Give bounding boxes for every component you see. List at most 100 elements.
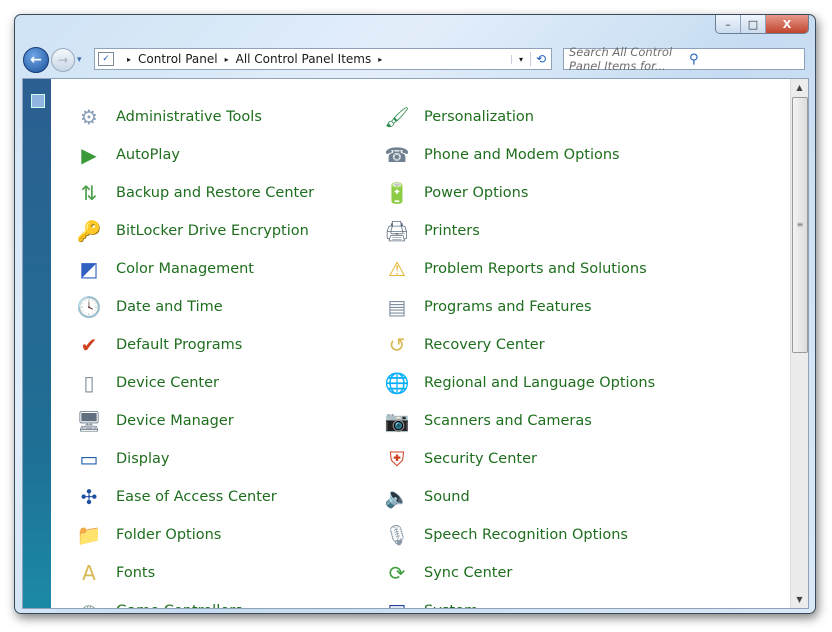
problem-reports-and-solutions-icon: ⚠ <box>388 257 406 281</box>
phone-and-modem-options-icon: ☎ <box>384 143 410 167</box>
item-label: AutoPlay <box>116 147 180 163</box>
item-power-options[interactable]: 🔋 Power Options <box>381 176 529 210</box>
item-label: Fonts <box>116 565 156 581</box>
sync-center-icon: ⟳ <box>388 561 406 585</box>
power-options-icon: 🔋 <box>384 181 410 205</box>
item-label: Scanners and Cameras <box>424 413 592 429</box>
back-button[interactable]: ← <box>23 47 49 73</box>
bitlocker-drive-encryption-icon: 🔑 <box>76 219 102 243</box>
display-icon: ▭ <box>79 447 99 471</box>
backup-and-restore-center-icon: ⇅ <box>80 181 98 205</box>
item-printers[interactable]: 🖨 Printers <box>381 214 480 248</box>
item-label: Sound <box>424 489 470 505</box>
item-bitlocker-drive-encryption[interactable]: 🔑 BitLocker Drive Encryption <box>73 214 309 248</box>
device-center-icon: ▯ <box>83 371 95 395</box>
item-label: System <box>424 603 478 608</box>
item-scanners-and-cameras[interactable]: 📷 Scanners and Cameras <box>381 404 592 438</box>
address-dropdown-icon[interactable]: ▾ <box>511 54 530 64</box>
task-pane <box>23 79 51 608</box>
item-sound[interactable]: 🔈 Sound <box>381 480 470 514</box>
item-folder-options[interactable]: 📁 Folder Options <box>73 518 222 552</box>
item-label: Ease of Access Center <box>116 489 277 505</box>
item-display[interactable]: ▭ Display <box>73 442 170 476</box>
breadcrumb-arrow-icon[interactable]: ▸ <box>127 55 131 64</box>
item-label: Device Center <box>116 375 220 391</box>
address-bar[interactable]: ✓ ▸ Control Panel ▸ All Control Panel It… <box>94 48 552 70</box>
item-fonts[interactable]: A Fonts <box>73 556 155 590</box>
item-color-management[interactable]: ◩ Color Management <box>73 252 254 286</box>
item-device-manager[interactable]: 🖥 Device Manager <box>73 404 233 438</box>
breadcrumb-control-panel[interactable]: Control Panel <box>138 52 218 66</box>
item-label: Phone and Modem Options <box>424 147 620 163</box>
item-administrative-tools[interactable]: ⚙ Administrative Tools <box>73 100 262 134</box>
item-regional-and-language-options[interactable]: 🌐 Regional and Language Options <box>381 366 656 400</box>
item-phone-and-modem-options[interactable]: ☎ Phone and Modem Options <box>381 138 620 172</box>
close-button[interactable]: X <box>766 15 808 33</box>
item-label: Power Options <box>424 185 529 201</box>
breadcrumb-all-items[interactable]: All Control Panel Items <box>236 52 372 66</box>
printers-icon: 🖨 <box>384 219 410 243</box>
personalization-icon: 🖌 <box>384 105 410 129</box>
ease-of-access-center-icon: ✣ <box>80 485 98 509</box>
item-label: Printers <box>424 223 480 239</box>
item-label: Security Center <box>424 451 537 467</box>
navigation-buttons: ← → ▾ <box>23 47 82 73</box>
item-system[interactable]: ▣ System <box>381 594 479 608</box>
item-label: BitLocker Drive Encryption <box>116 223 309 239</box>
item-label: Default Programs <box>116 337 243 353</box>
item-label: Date and Time <box>116 299 223 315</box>
item-autoplay[interactable]: ▶ AutoPlay <box>73 138 180 172</box>
vertical-scrollbar[interactable]: ▲ ≡ ▼ <box>790 79 808 608</box>
breadcrumb-arrow-icon[interactable]: ▸ <box>378 55 382 64</box>
minimize-button[interactable]: – <box>716 15 741 33</box>
forward-button[interactable]: → <box>51 48 75 72</box>
maximize-button[interactable]: □ <box>741 15 766 33</box>
item-game-controllers[interactable]: ◍ Game Controllers <box>73 594 243 608</box>
color-management-icon: ◩ <box>79 257 99 281</box>
item-recovery-center[interactable]: ↺ Recovery Center <box>381 328 545 362</box>
search-icon[interactable]: ⚲ <box>684 52 804 67</box>
folder-options-icon: 📁 <box>76 523 102 547</box>
item-label: Color Management <box>116 261 254 277</box>
search-box[interactable]: Search All Control Panel Items for... ⚲ <box>563 45 805 73</box>
item-label: Folder Options <box>116 527 222 543</box>
item-label: Problem Reports and Solutions <box>424 261 647 277</box>
item-label: Sync Center <box>424 565 513 581</box>
control-panel-icon: ✓ <box>98 52 114 66</box>
game-controllers-icon: ◍ <box>73 595 105 608</box>
item-sync-center[interactable]: ⟳ Sync Center <box>381 556 513 590</box>
item-label: Backup and Restore Center <box>116 185 315 201</box>
speech-recognition-options-icon: 🎙 <box>384 523 410 547</box>
device-manager-icon: 🖥 <box>76 409 102 433</box>
view-icon[interactable] <box>31 94 45 108</box>
caption-buttons: – □ X <box>715 15 809 34</box>
item-default-programs[interactable]: ✔ Default Programs <box>73 328 243 362</box>
item-security-center[interactable]: ⛨ Security Center <box>381 442 537 476</box>
administrative-tools-icon: ⚙ <box>80 105 98 129</box>
item-programs-and-features[interactable]: ▤ Programs and Features <box>381 290 592 324</box>
item-label: Administrative Tools <box>116 109 262 125</box>
default-programs-icon: ✔ <box>80 333 98 357</box>
sound-icon: 🔈 <box>384 485 410 509</box>
refresh-icon[interactable]: ⟲ <box>530 52 551 66</box>
item-personalization[interactable]: 🖌 Personalization <box>381 100 534 134</box>
scroll-down-button[interactable]: ▼ <box>791 591 808 608</box>
item-speech-recognition-options[interactable]: 🎙 Speech Recognition Options <box>381 518 628 552</box>
system-icon: ▣ <box>381 595 413 608</box>
item-device-center[interactable]: ▯ Device Center <box>73 366 219 400</box>
breadcrumb-arrow-icon[interactable]: ▸ <box>225 55 229 64</box>
scroll-up-button[interactable]: ▲ <box>791 79 808 96</box>
fonts-icon: A <box>82 561 96 585</box>
search-input[interactable]: Search All Control Panel Items for... <box>564 45 684 73</box>
recent-pages-dropdown[interactable]: ▾ <box>77 55 82 65</box>
recovery-center-icon: ↺ <box>388 333 406 357</box>
security-center-icon: ⛨ <box>389 447 405 471</box>
item-label: Regional and Language Options <box>424 375 656 391</box>
item-backup-and-restore-center[interactable]: ⇅ Backup and Restore Center <box>73 176 314 210</box>
date-and-time-icon: 🕓 <box>76 295 102 319</box>
item-date-and-time[interactable]: 🕓 Date and Time <box>73 290 223 324</box>
scroll-thumb[interactable]: ≡ <box>792 97 808 353</box>
item-label: Game Controllers <box>116 603 243 608</box>
item-problem-reports-and-solutions[interactable]: ⚠ Problem Reports and Solutions <box>381 252 647 286</box>
item-ease-of-access-center[interactable]: ✣ Ease of Access Center <box>73 480 277 514</box>
